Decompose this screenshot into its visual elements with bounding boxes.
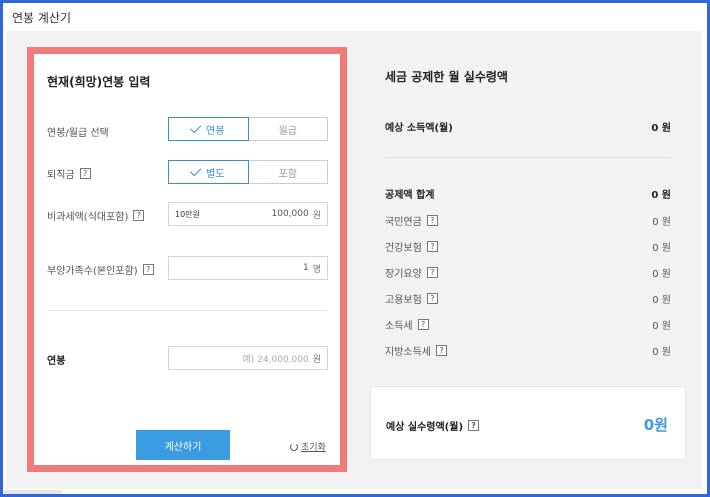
reset-link[interactable]: 초기화 [290,440,326,453]
severance-toggle: 별도 포함 [168,160,328,184]
salary-type-monthly-label: 월급 [278,125,297,137]
scrollbar[interactable] [4,490,62,494]
salary-placeholder: 예) 24,000,000 [242,354,309,365]
dependents-value: 1 [302,263,309,273]
net-pay-label: 예상 실수령액(월) ? [386,418,480,433]
deduction-label: 소득세 [385,321,413,332]
help-icon[interactable]: ? [133,210,145,221]
salary-label: 연봉 [47,352,65,367]
salary-type-label: 연봉/월급 선택 [47,124,109,139]
deduction-row: 국민연금? 0 원 [385,213,671,228]
nontaxable-label: 비과세액(식대포함) ? [47,208,145,223]
deduction-value: 0 원 [652,269,671,280]
salary-type-annual-option[interactable]: 연봉 [168,117,249,141]
salary-input[interactable]: 예) 24,000,000 원 [168,346,328,370]
deduction-row: 장기요양? 0 원 [385,265,671,280]
severance-included-label: 포함 [278,168,297,180]
deduction-total-row: 공제액 합계 0 원 [385,186,671,201]
deduction-row: 고용보험? 0 원 [385,291,671,306]
dependents-label: 부양가족수(본인포함) ? [47,262,154,277]
salary-type-annual-label: 연봉 [206,125,225,137]
deduction-label: 고용보험 [385,295,422,306]
nontaxable-prefix: 10만원 [175,209,200,219]
refresh-icon [290,442,298,451]
help-icon[interactable]: ? [426,293,438,304]
reset-label: 초기화 [301,443,326,453]
nontaxable-unit: 원 [312,210,321,221]
severance-included-option[interactable]: 포함 [248,160,328,184]
nontaxable-input[interactable]: 10만원 100,000 원 [168,202,328,226]
expected-income-label: 예상 소득액(월) [385,123,453,134]
net-pay-value: 0원 [643,416,668,434]
deduction-row: 소득세? 0 원 [385,317,671,332]
help-icon[interactable]: ? [468,420,480,431]
salary-type-label-text: 연봉/월급 선택 [47,128,109,139]
help-icon[interactable]: ? [417,319,429,330]
help-icon[interactable]: ? [142,264,154,275]
check-icon [189,121,202,134]
check-icon [189,164,202,177]
deduction-value: 0 원 [652,295,671,306]
deduction-total-label: 공제액 합계 [385,190,435,201]
result-panel: 세금 공제한 월 실수령액 예상 소득액(월) 0 원 공제액 합계 0 원 국… [370,47,686,377]
severance-separate-label: 별도 [206,168,225,180]
severance-separate-option[interactable]: 별도 [168,160,249,184]
deduction-label: 장기요양 [385,269,422,280]
deduction-row: 건강보험? 0 원 [385,239,671,254]
nontaxable-label-text: 비과세액(식대포함) [47,212,129,223]
salary-type-monthly-option[interactable]: 월급 [248,117,328,141]
help-icon[interactable]: ? [79,168,91,179]
net-pay-label-text: 예상 실수령액(월) [386,422,464,433]
input-divider [47,310,327,311]
salary-type-toggle: 연봉 월급 [168,117,328,141]
salary-label-text: 연봉 [47,356,66,367]
help-icon[interactable]: ? [436,345,447,356]
dependents-input[interactable]: 1 명 [168,256,328,280]
deduction-label: 지방소득세 [385,347,431,358]
deduction-value: 0 원 [652,347,671,358]
help-icon[interactable]: ? [426,267,438,278]
input-section-title: 현재(희망)연봉 입력 [47,75,151,89]
expected-income-value: 0 원 [651,123,671,134]
nontaxable-value: 100,000 [271,209,309,219]
deduction-label: 국민연금 [385,217,422,228]
deduction-total-value: 0 원 [651,190,671,201]
salary-unit: 원 [312,354,321,365]
severance-label: 퇴직금 ? [47,166,91,181]
net-pay-box: 예상 실수령액(월) ? 0원 [370,386,686,460]
calculate-button[interactable]: 계산하기 [136,430,230,460]
deduction-value: 0 원 [652,217,671,228]
expected-income-row: 예상 소득액(월) 0 원 [385,119,671,134]
result-title: 세금 공제한 월 실수령액 [385,70,508,84]
deduction-row: 지방소득세? 0 원 [385,343,671,358]
deduction-value: 0 원 [652,243,671,254]
help-icon[interactable]: ? [426,241,438,252]
salary-input-panel: 현재(희망)연봉 입력 연봉/월급 선택 연봉 월급 퇴직금 ? 별도 포함 비… [27,47,347,472]
result-divider [385,157,671,158]
page-title: 연봉 계산기 [12,11,72,25]
dependents-label-text: 부양가족수(본인포함) [47,266,138,277]
dependents-unit: 명 [312,264,321,275]
severance-label-text: 퇴직금 [47,170,75,181]
deduction-value: 0 원 [652,321,671,332]
help-icon[interactable]: ? [426,215,438,226]
deduction-label: 건강보험 [385,243,422,254]
